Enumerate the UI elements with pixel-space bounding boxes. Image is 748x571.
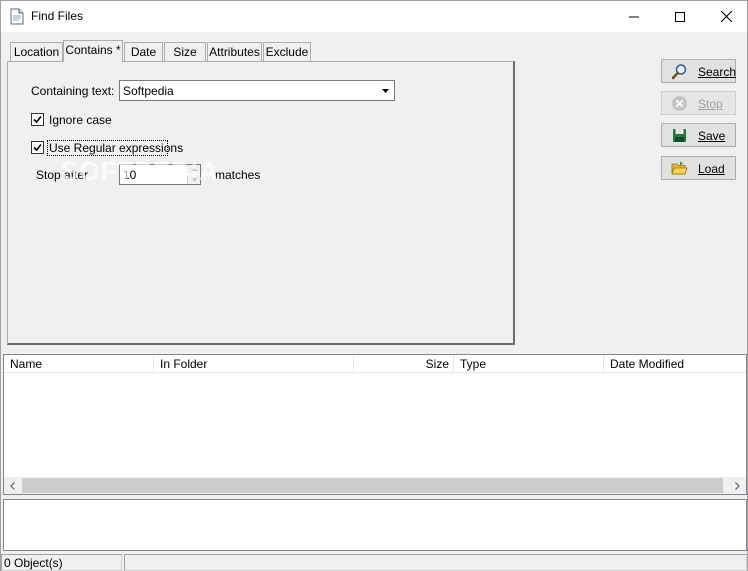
scroll-left-button[interactable] — [4, 477, 21, 494]
tab-label: Exclude — [265, 45, 309, 59]
status-bar: 0 Object(s) — [1, 553, 747, 571]
column-header-in-folder[interactable]: In Folder — [154, 355, 354, 372]
search-button-label: Search — [698, 65, 737, 79]
tab-location[interactable]: Location — [10, 42, 63, 61]
column-header-label: Type — [460, 357, 487, 371]
maximize-button[interactable] — [657, 1, 703, 32]
window-title: Find Files — [31, 9, 84, 23]
tab-exclude[interactable]: Exclude — [263, 42, 311, 61]
detail-pane[interactable] — [3, 499, 747, 551]
status-objects-text: 0 Object(s) — [4, 556, 63, 570]
matches-label: matches — [215, 168, 261, 182]
close-button[interactable] — [703, 1, 748, 32]
magnifier-icon — [671, 64, 687, 80]
chevron-left-icon — [10, 481, 15, 490]
use-regex-checkbox[interactable] — [31, 141, 44, 154]
column-header-label: Date Modified — [610, 357, 685, 371]
ignore-case-label: Ignore case — [49, 113, 112, 127]
app-icon — [10, 8, 24, 25]
status-pane-empty — [124, 554, 747, 571]
results-list[interactable]: Name In Folder Size Type Date Modified — [3, 354, 747, 495]
combobox-dropdown-button[interactable] — [378, 82, 393, 99]
minimize-button[interactable] — [611, 1, 657, 32]
tab-label: Size — [173, 45, 197, 59]
chevron-right-icon — [735, 481, 740, 490]
column-header-label: In Folder — [160, 357, 208, 371]
column-header-label: Name — [10, 357, 43, 371]
find-files-window: Find Files Location Contains * Date Size… — [0, 0, 748, 571]
tab-label: Attributes — [209, 45, 260, 59]
stop-button[interactable]: Stop — [661, 91, 736, 115]
header-divider — [4, 372, 746, 373]
tab-date[interactable]: Date — [124, 42, 163, 61]
column-header-date-modified[interactable]: Date Modified — [604, 355, 746, 372]
minimize-icon — [629, 16, 639, 17]
containing-text-label: Containing text: — [31, 84, 115, 98]
tab-attributes[interactable]: Attributes — [207, 42, 262, 61]
close-icon — [720, 11, 732, 22]
stop-button-label: Stop — [698, 97, 723, 111]
status-objects: 0 Object(s) — [1, 554, 122, 571]
floppy-disk-icon — [673, 129, 686, 142]
ignore-case-checkbox[interactable] — [31, 113, 44, 126]
stop-icon — [672, 96, 687, 111]
use-regex-label: Use Regular expressions — [49, 141, 184, 155]
checkmark-icon — [33, 143, 42, 152]
chevron-down-icon — [382, 88, 389, 93]
softpedia-watermark: SOFTPEDIA — [61, 156, 219, 186]
load-button[interactable]: Load — [661, 156, 736, 180]
column-header-name[interactable]: Name — [4, 355, 154, 372]
containing-text-combobox[interactable]: Softpedia — [119, 80, 395, 101]
tab-contains[interactable]: Contains * — [63, 40, 123, 62]
maximize-icon — [675, 11, 685, 22]
tab-label: Contains * — [65, 43, 121, 57]
scroll-right-button[interactable] — [729, 477, 746, 494]
load-button-label: Load — [698, 162, 725, 176]
search-button[interactable]: Search — [661, 59, 736, 83]
tab-label: Location — [13, 45, 60, 59]
tab-label: Date — [130, 45, 157, 59]
column-header-type[interactable]: Type — [454, 355, 604, 372]
checkmark-icon — [33, 115, 42, 124]
column-header-label: Size — [425, 357, 449, 371]
title-bar: Find Files — [1, 1, 747, 32]
save-button[interactable]: Save — [661, 123, 736, 147]
column-header-size[interactable]: Size — [354, 355, 454, 372]
horizontal-scrollbar[interactable] — [4, 477, 746, 494]
containing-text-value: Softpedia — [123, 84, 174, 98]
tab-size[interactable]: Size — [164, 42, 206, 61]
save-button-label: Save — [698, 129, 726, 143]
scrollbar-thumb[interactable] — [22, 478, 723, 493]
open-folder-icon — [671, 161, 688, 175]
contains-tab-panel — [7, 61, 515, 345]
